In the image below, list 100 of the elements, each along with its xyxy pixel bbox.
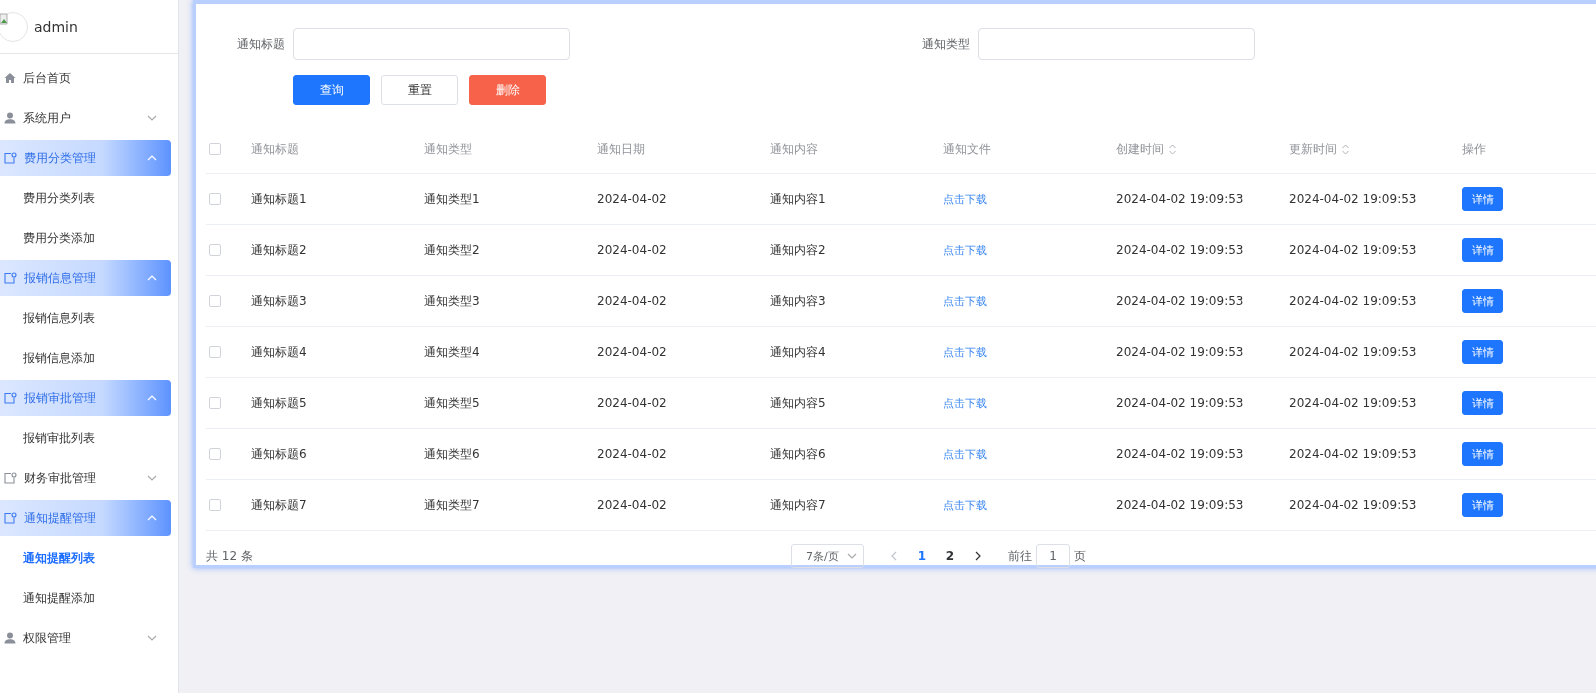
chevron-down-icon — [847, 553, 857, 559]
input-field[interactable] — [978, 28, 1255, 60]
page-unit: 页 — [1074, 547, 1086, 565]
column-header: 操作 — [1462, 140, 1487, 158]
table-cell-text: 2024-04-02 19:09:53 — [1116, 345, 1245, 359]
download-link[interactable]: 点击下载 — [943, 344, 987, 360]
user-name: admin — [34, 18, 78, 35]
page-input[interactable]: 1 — [1036, 544, 1070, 568]
table-cell-text: 通知标题6 — [251, 445, 308, 463]
input-field[interactable] — [293, 28, 570, 60]
chevron-up-icon — [147, 155, 157, 161]
detail-button[interactable]: 详情 — [1462, 391, 1503, 415]
chevron-up-icon — [147, 515, 157, 521]
table-cell-text: 2024-04-02 19:09:53 — [1289, 396, 1418, 410]
menu-item[interactable]: 费用分类管理 — [0, 140, 171, 176]
submenu-item[interactable]: 通知提醒列表 — [0, 538, 178, 578]
checkbox[interactable] — [209, 346, 221, 358]
table-cell-text: 通知类型6 — [424, 445, 481, 463]
chevron-right-icon[interactable] — [975, 551, 981, 561]
total-count: 共 12 条 — [206, 547, 254, 565]
document-icon — [4, 392, 17, 404]
detail-button[interactable]: 详情 — [1462, 187, 1503, 211]
menu-item[interactable]: 权限管理 — [0, 618, 171, 658]
table-cell-text: 通知标题1 — [251, 190, 308, 208]
reset-button[interactable]: 重置 — [381, 75, 458, 105]
chevron-up-icon — [147, 275, 157, 281]
table-cell-text: 2024-04-02 19:09:53 — [1116, 498, 1245, 512]
submenu-item[interactable]: 费用分类添加 — [0, 218, 178, 258]
delete-button[interactable]: 删除 — [469, 75, 546, 105]
checkbox[interactable] — [209, 143, 221, 155]
menu-item[interactable]: 通知提醒管理 — [0, 500, 171, 536]
column-header: 通知日期 — [597, 140, 646, 158]
table-cell-text: 通知类型4 — [424, 343, 481, 361]
checkbox[interactable] — [209, 499, 221, 511]
download-link[interactable]: 点击下载 — [943, 293, 987, 309]
column-header: 通知标题 — [251, 140, 300, 158]
column-header: 通知类型 — [424, 140, 473, 158]
checkbox[interactable] — [209, 448, 221, 460]
chevron-down-icon — [147, 635, 157, 641]
table-cell-text: 2024-04-02 — [597, 396, 668, 410]
sort-icon[interactable] — [1342, 143, 1349, 155]
menu-item[interactable]: 系统用户 — [0, 98, 171, 138]
detail-button[interactable]: 详情 — [1462, 289, 1503, 313]
submenu-item[interactable]: 报销信息添加 — [0, 338, 178, 378]
table-cell-text: 2024-04-02 19:09:53 — [1289, 447, 1418, 461]
column-header: 通知文件 — [943, 140, 992, 158]
column-header: 创建时间 — [1116, 140, 1164, 158]
download-link[interactable]: 点击下载 — [943, 446, 987, 462]
submenu-item[interactable]: 费用分类列表 — [0, 178, 178, 218]
table-cell-text: 通知类型2 — [424, 241, 481, 259]
table-cell-text: 2024-04-02 19:09:53 — [1116, 396, 1245, 410]
table-cell-text: 通知内容6 — [770, 445, 827, 463]
checkbox[interactable] — [209, 295, 221, 307]
detail-button[interactable]: 详情 — [1462, 493, 1503, 517]
download-link[interactable]: 点击下载 — [943, 497, 987, 513]
menu-item[interactable]: 后台首页 — [0, 58, 171, 98]
document-icon — [4, 512, 17, 524]
page-number[interactable]: 1 — [908, 549, 936, 563]
table-cell-text: 通知内容3 — [770, 292, 827, 310]
document-icon — [4, 272, 17, 284]
detail-button[interactable]: 详情 — [1462, 238, 1503, 262]
checkbox[interactable] — [209, 193, 221, 205]
detail-button[interactable]: 详情 — [1462, 340, 1503, 364]
table-cell-text: 通知标题5 — [251, 394, 308, 412]
column-header: 更新时间 — [1289, 140, 1337, 158]
document-icon — [4, 152, 17, 164]
table-cell-text: 通知标题2 — [251, 241, 308, 259]
table-cell-text: 2024-04-02 — [597, 192, 668, 206]
detail-button[interactable]: 详情 — [1462, 442, 1503, 466]
chevron-up-icon — [147, 395, 157, 401]
field-label: 通知标题 — [236, 35, 286, 53]
download-link[interactable]: 点击下载 — [943, 395, 987, 411]
menu-item[interactable]: 报销信息管理 — [0, 260, 171, 296]
table-cell-text: 2024-04-02 19:09:53 — [1116, 243, 1245, 257]
menu-item[interactable]: 财务审批管理 — [0, 458, 171, 498]
checkbox[interactable] — [209, 397, 221, 409]
table-cell-text: 通知类型7 — [424, 496, 481, 514]
table-cell-text: 通知标题4 — [251, 343, 308, 361]
table-cell-text: 2024-04-02 — [597, 447, 668, 461]
table-cell-text: 2024-04-02 — [597, 243, 668, 257]
sort-icon[interactable] — [1169, 143, 1176, 155]
field-label: 通知类型 — [921, 35, 971, 53]
table-cell-text: 通知内容7 — [770, 496, 827, 514]
table-cell-text: 通知类型3 — [424, 292, 481, 310]
page-number[interactable]: 2 — [936, 549, 964, 563]
download-link[interactable]: 点击下载 — [943, 191, 987, 207]
page-size-select[interactable]: 7条/页 — [791, 544, 864, 568]
menu-item[interactable]: 报销审批管理 — [0, 380, 171, 416]
submenu-item[interactable]: 报销信息列表 — [0, 298, 178, 338]
submenu-item[interactable]: 报销审批列表 — [0, 418, 178, 458]
download-link[interactable]: 点击下载 — [943, 242, 987, 258]
chevron-down-icon — [147, 475, 157, 481]
table-cell-text: 通知内容1 — [770, 190, 827, 208]
checkbox[interactable] — [209, 244, 221, 256]
submenu-item[interactable]: 通知提醒添加 — [0, 578, 178, 618]
search-button[interactable]: 查询 — [293, 75, 370, 105]
table-cell-text: 2024-04-02 — [597, 294, 668, 308]
table-cell-text: 2024-04-02 19:09:53 — [1116, 192, 1245, 206]
column-header: 通知内容 — [770, 140, 819, 158]
table-cell-text: 2024-04-02 19:09:53 — [1289, 345, 1418, 359]
